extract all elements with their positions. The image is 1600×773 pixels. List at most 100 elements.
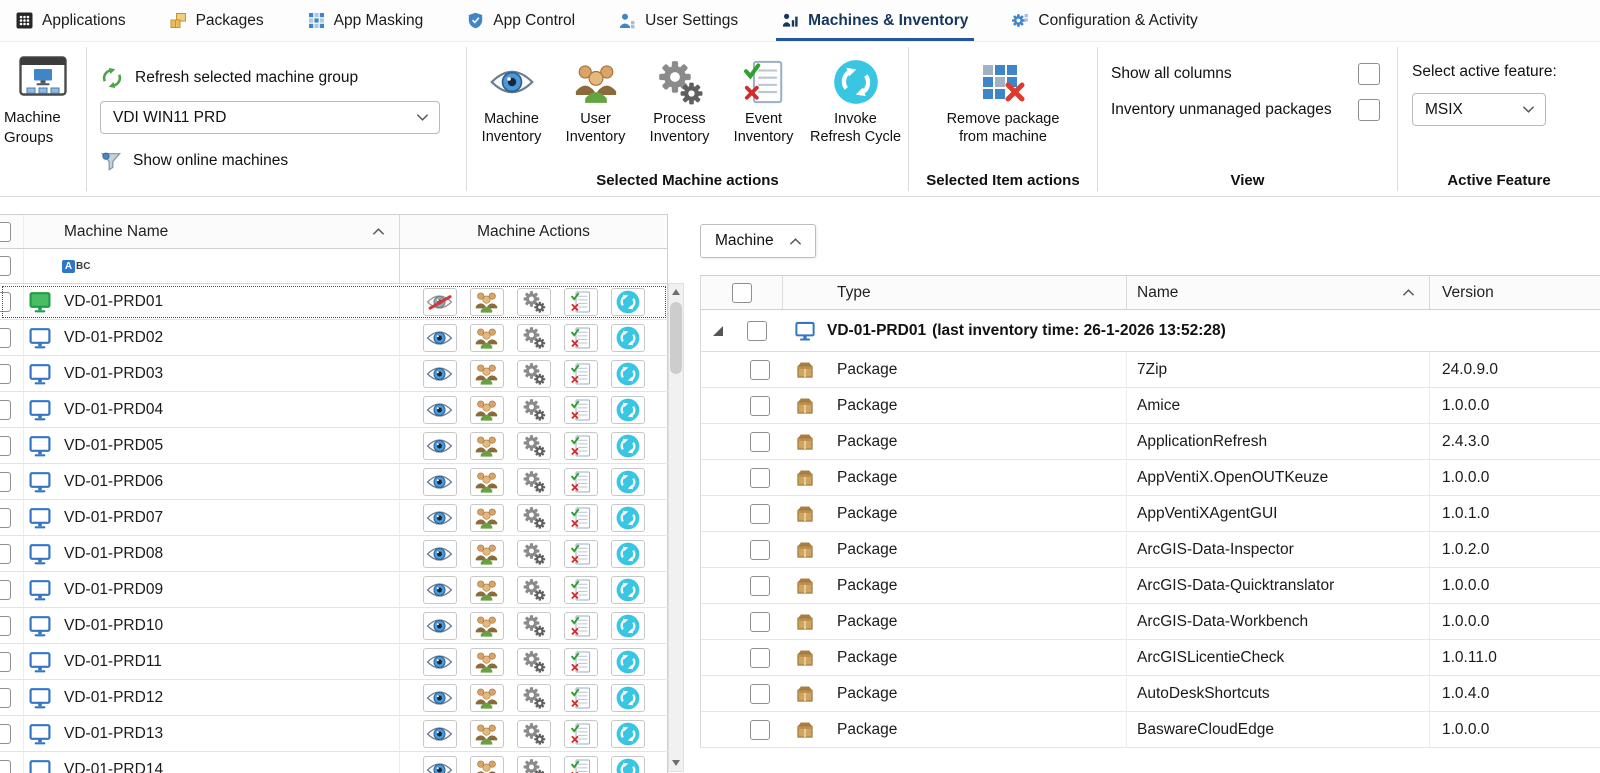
user-inventory-action[interactable] <box>470 468 504 496</box>
tab-configuration-activity[interactable]: Configuration & Activity <box>1008 0 1201 41</box>
process-inventory-action[interactable] <box>517 360 551 388</box>
machine-row-checkbox[interactable] <box>0 688 11 708</box>
machine-row[interactable]: VD-01-PRD11 <box>0 644 668 680</box>
machine-row-checkbox[interactable] <box>0 760 11 773</box>
process-inventory-action[interactable] <box>517 432 551 460</box>
machine-name-column-header[interactable]: Machine Name <box>24 215 400 248</box>
name-column-header[interactable]: Name <box>1127 276 1430 309</box>
invoke-refresh-action[interactable] <box>611 504 645 532</box>
machine-inventory-action[interactable] <box>423 756 457 773</box>
package-row[interactable]: Package AutoDeskShortcuts 1.0.4.0 <box>701 676 1600 712</box>
event-inventory-action[interactable] <box>564 468 598 496</box>
invoke-refresh-action[interactable] <box>611 288 645 316</box>
select-all-items-checkbox[interactable] <box>732 283 752 303</box>
machine-row-checkbox[interactable] <box>0 292 11 312</box>
machine-inventory-action[interactable] <box>423 396 457 424</box>
invoke-refresh-action[interactable] <box>611 324 645 352</box>
item-checkbox[interactable] <box>750 504 770 524</box>
machine-inventory-action[interactable] <box>423 324 457 352</box>
active-feature-dropdown[interactable]: MSIX <box>1412 93 1546 126</box>
user-inventory-action[interactable] <box>470 396 504 424</box>
event-inventory-action[interactable] <box>564 648 598 676</box>
machine-row-checkbox[interactable] <box>0 652 11 672</box>
invoke-refresh-action[interactable] <box>611 468 645 496</box>
select-all-machines-checkbox[interactable] <box>0 222 11 242</box>
machine-inventory-action[interactable] <box>423 468 457 496</box>
machine-row[interactable]: VD-01-PRD01 <box>0 284 668 320</box>
machine-inventory-action[interactable] <box>423 576 457 604</box>
machine-row-checkbox[interactable] <box>0 616 11 636</box>
scrollbar-thumb[interactable] <box>670 302 682 374</box>
user-inventory-action[interactable] <box>470 288 504 316</box>
event-inventory-button[interactable]: EventInventory <box>722 59 806 146</box>
user-inventory-button[interactable]: UserInventory <box>554 59 638 146</box>
item-checkbox[interactable] <box>750 720 770 740</box>
invoke-refresh-action[interactable] <box>611 720 645 748</box>
event-inventory-action[interactable] <box>564 540 598 568</box>
machine-list-scrollbar[interactable] <box>668 283 684 772</box>
package-row[interactable]: Package BaswareCloudEdge 1.0.0.0 <box>701 712 1600 748</box>
process-inventory-action[interactable] <box>517 684 551 712</box>
machine-group-row[interactable]: VD-01-PRD01(last inventory time: 26-1-20… <box>701 310 1600 352</box>
invoke-refresh-action[interactable] <box>611 360 645 388</box>
machine-row[interactable]: VD-01-PRD04 <box>0 392 668 428</box>
scroll-up-button[interactable] <box>669 284 683 300</box>
item-checkbox[interactable] <box>750 612 770 632</box>
type-column-header[interactable]: Type <box>827 276 1127 309</box>
package-row[interactable]: Package ArcGIS-Data-Inspector 1.0.2.0 <box>701 532 1600 568</box>
invoke-refresh-action[interactable] <box>611 648 645 676</box>
user-inventory-action[interactable] <box>470 540 504 568</box>
package-row[interactable]: Package AppVentiX.OpenOUTKeuze 1.0.0.0 <box>701 460 1600 496</box>
invoke-refresh-action[interactable] <box>611 612 645 640</box>
process-inventory-button[interactable]: ProcessInventory <box>638 59 722 146</box>
process-inventory-action[interactable] <box>517 468 551 496</box>
machine-row[interactable]: VD-01-PRD14 <box>0 752 668 773</box>
event-inventory-action[interactable] <box>564 324 598 352</box>
item-checkbox[interactable] <box>750 684 770 704</box>
item-checkbox[interactable] <box>750 360 770 380</box>
machine-group-dropdown[interactable]: VDI WIN11 PRD <box>100 101 440 134</box>
machine-inventory-action[interactable] <box>423 612 457 640</box>
user-inventory-action[interactable] <box>470 648 504 676</box>
user-inventory-action[interactable] <box>470 432 504 460</box>
event-inventory-action[interactable] <box>564 684 598 712</box>
filter-row-checkbox[interactable] <box>0 256 11 276</box>
machine-inventory-button[interactable]: MachineInventory <box>470 59 554 146</box>
machine-row[interactable]: VD-01-PRD09 <box>0 572 668 608</box>
machine-inventory-action[interactable] <box>423 540 457 568</box>
machine-row[interactable]: VD-01-PRD08 <box>0 536 668 572</box>
invoke-refresh-action[interactable] <box>611 396 645 424</box>
user-inventory-action[interactable] <box>470 684 504 712</box>
item-checkbox[interactable] <box>750 576 770 596</box>
tab-app-masking[interactable]: App Masking <box>304 0 428 41</box>
group-checkbox[interactable] <box>747 321 767 341</box>
machine-inventory-action[interactable] <box>423 720 457 748</box>
machine-row[interactable]: VD-01-PRD02 <box>0 320 668 356</box>
machine-row[interactable]: VD-01-PRD07 <box>0 500 668 536</box>
text-filter-icon[interactable]: ABC <box>62 260 90 273</box>
user-inventory-action[interactable] <box>470 720 504 748</box>
invoke-refresh-action[interactable] <box>611 540 645 568</box>
machine-inventory-action[interactable] <box>423 504 457 532</box>
item-checkbox[interactable] <box>750 540 770 560</box>
machine-row[interactable]: VD-01-PRD10 <box>0 608 668 644</box>
event-inventory-action[interactable] <box>564 756 598 773</box>
process-inventory-action[interactable] <box>517 504 551 532</box>
invoke-refresh-action[interactable] <box>611 756 645 773</box>
item-checkbox[interactable] <box>750 648 770 668</box>
tab-applications[interactable]: Applications <box>12 0 130 41</box>
collapse-group-icon[interactable] <box>713 326 723 336</box>
remove-package-from-machine-button[interactable]: Remove packagefrom machine <box>953 59 1053 146</box>
machine-actions-column-header[interactable]: Machine Actions <box>400 215 668 248</box>
process-inventory-action[interactable] <box>517 720 551 748</box>
event-inventory-action[interactable] <box>564 612 598 640</box>
tab-app-control[interactable]: App Control <box>463 0 579 41</box>
process-inventory-action[interactable] <box>517 324 551 352</box>
machine-inventory-action[interactable] <box>423 648 457 676</box>
invoke-refresh-action[interactable] <box>611 576 645 604</box>
inventory-unmanaged-packages-checkbox[interactable] <box>1358 99 1380 121</box>
machine-row-checkbox[interactable] <box>0 508 11 528</box>
show-all-columns-checkbox[interactable] <box>1358 63 1380 85</box>
package-row[interactable]: Package ArcGIS-Data-Quicktranslator 1.0.… <box>701 568 1600 604</box>
machine-row-checkbox[interactable] <box>0 472 11 492</box>
